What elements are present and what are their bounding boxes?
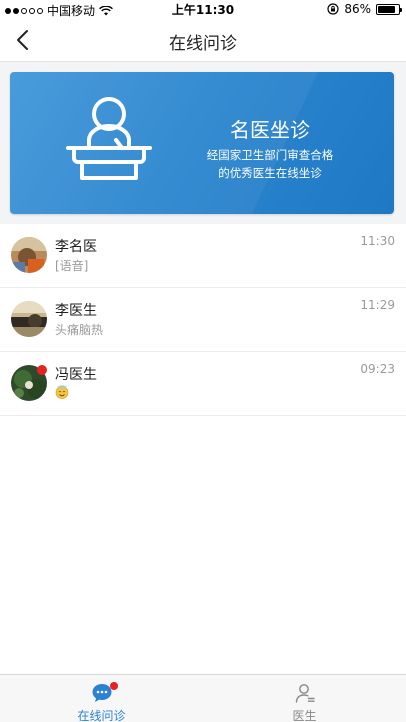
tab-doctor[interactable]: 医生 <box>203 675 406 722</box>
battery-level-fill <box>378 5 395 13</box>
message-time: 09:23 <box>360 362 395 376</box>
battery-percent: 86% <box>344 2 371 16</box>
last-message <box>55 385 69 399</box>
tab-online-consultation[interactable]: 在线问诊 <box>0 675 203 722</box>
doctor-person-icon <box>295 684 315 703</box>
doctor-name: 冯医生 <box>55 367 97 383</box>
last-message: 头痛脑热 <box>55 323 104 337</box>
tab-bar: 在线问诊 医生 <box>0 674 406 722</box>
conversation-list: 李名医 [语音] 11:30 李医生 头痛脑热 11:29 冯医生 09:23 <box>0 224 406 416</box>
famous-doctor-banner[interactable]: 名医坐诊 经国家卫生部门审查合格 的优秀医生在线坐诊 <box>10 72 394 214</box>
doctor-name: 李医生 <box>55 303 97 319</box>
last-message: [语音] <box>55 259 89 273</box>
avatar <box>11 237 47 273</box>
navigation-bar: 在线问诊 <box>0 18 406 62</box>
conversation-row[interactable]: 李名医 [语音] 11:30 <box>0 224 406 288</box>
doctor-name: 李名医 <box>55 239 97 255</box>
unread-badge <box>37 365 47 375</box>
smiling-face-emoji-icon <box>55 385 69 399</box>
conversation-row[interactable]: 冯医生 09:23 <box>0 352 406 416</box>
status-bar: 中国移动 上午11:30 86% <box>0 0 406 18</box>
tab-notification-dot <box>110 682 118 690</box>
banner-subtitle-line1: 经国家卫生部门审查合格 <box>206 148 334 162</box>
message-time: 11:30 <box>360 234 395 248</box>
doctor-at-desk-icon <box>66 97 152 180</box>
banner-subtitle: 经国家卫生部门审查合格 的优秀医生在线坐诊 <box>180 146 360 182</box>
status-right: 86% <box>327 2 402 16</box>
banner-title: 名医坐诊 <box>230 118 310 142</box>
conversation-row[interactable]: 李医生 头痛脑热 11:29 <box>0 288 406 352</box>
main-content: 名医坐诊 经国家卫生部门审查合格 的优秀医生在线坐诊 李名医 [语音] 11:3… <box>0 62 406 416</box>
tab-label: 在线问诊 <box>77 709 126 722</box>
banner-subtitle-line2: 的优秀医生在线坐诊 <box>218 166 322 180</box>
battery-icon <box>376 3 402 15</box>
banner-container: 名医坐诊 经国家卫生部门审查合格 的优秀医生在线坐诊 <box>0 62 406 224</box>
avatar <box>11 301 47 337</box>
app-screen: 中国移动 上午11:30 86% 在线问诊 名医坐诊 经国家卫生部门审查合格 的… <box>0 0 406 722</box>
page-title: 在线问诊 <box>169 34 237 54</box>
tab-label: 医生 <box>292 709 317 722</box>
message-time: 11:29 <box>360 298 395 312</box>
rotation-lock-icon <box>327 3 339 15</box>
